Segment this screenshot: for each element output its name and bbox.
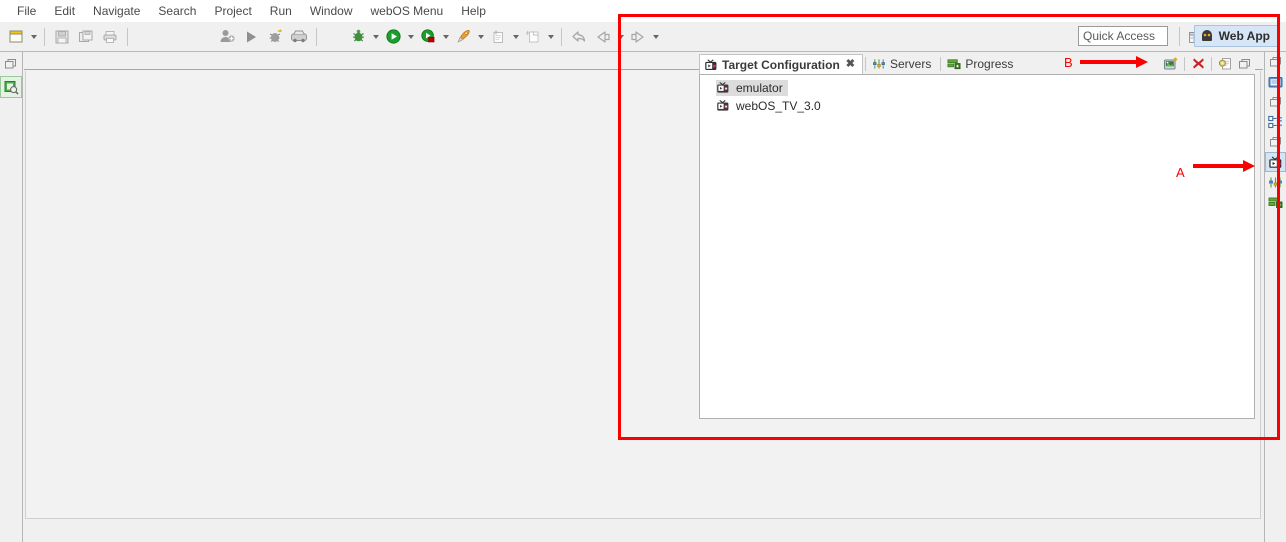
perspective-web-app-button[interactable]: Web App (1193, 25, 1278, 47)
close-icon[interactable]: ✖ (846, 59, 855, 70)
save-icon[interactable] (51, 26, 73, 48)
restore-icon[interactable] (1265, 132, 1286, 152)
previous-edit-icon[interactable] (592, 26, 614, 48)
menu-bar: File Edit Navigate Search Project Run Wi… (0, 0, 1286, 22)
tab-separator (940, 56, 942, 71)
print-icon[interactable] (99, 26, 121, 48)
menu-item-project[interactable]: Project (205, 2, 260, 20)
open-type-icon[interactable] (216, 26, 238, 48)
right-fastview-bar (1264, 52, 1286, 542)
menu-item-webos-menu[interactable]: webOS Menu (362, 2, 453, 20)
run-package-icon[interactable] (417, 26, 439, 48)
project-explorer-icon[interactable] (0, 76, 22, 98)
toolbar-separator (561, 27, 562, 46)
new-folder-dropdown-icon[interactable] (545, 26, 556, 48)
run-dropdown-icon[interactable] (405, 26, 416, 48)
debug-green-bug-icon[interactable] (347, 26, 369, 48)
annotation-label-a: A (1176, 165, 1185, 180)
run-package-dropdown-icon[interactable] (440, 26, 451, 48)
new-file-dropdown-icon[interactable] (510, 26, 521, 48)
tree-item-emulator[interactable]: emulator (716, 80, 788, 96)
new-target-icon[interactable] (1161, 54, 1181, 73)
servers-icon (872, 57, 886, 71)
menu-item-navigate[interactable]: Navigate (84, 2, 149, 20)
tab-servers[interactable]: Servers (868, 54, 938, 74)
forward-arrow-icon[interactable] (627, 26, 649, 48)
previous-edit-dropdown-icon[interactable] (615, 26, 626, 48)
external-tools-dropdown-icon[interactable] (475, 26, 486, 48)
menu-item-run[interactable]: Run (261, 2, 301, 20)
menu-item-file[interactable]: File (8, 2, 45, 20)
target-configuration-icon (704, 58, 718, 72)
new-folder-icon[interactable] (522, 26, 544, 48)
target-configuration-icon[interactable] (1265, 152, 1286, 172)
new-wizard-icon[interactable] (5, 26, 27, 48)
tab-progress[interactable]: Progress (943, 54, 1020, 74)
inspect-icon[interactable] (288, 26, 310, 48)
tab-label: Servers (890, 57, 932, 71)
restore-icon[interactable] (1265, 52, 1286, 72)
restore-icon[interactable] (0, 53, 22, 75)
run-green-icon[interactable] (382, 26, 404, 48)
new-wizard-dropdown-icon[interactable] (28, 26, 39, 48)
tab-separator (865, 56, 866, 71)
debug-bug-icon[interactable] (264, 26, 286, 48)
device-tv-icon (716, 99, 730, 113)
tab-label: Progress (965, 57, 1014, 71)
debug-dropdown-icon[interactable] (370, 26, 381, 48)
delete-target-icon[interactable] (1188, 54, 1208, 73)
target-configuration-view: Target Configuration ✖ Servers Progress … (699, 53, 1255, 419)
view-toolbar (1161, 53, 1255, 74)
target-properties-icon[interactable] (1215, 54, 1235, 73)
menu-item-edit[interactable]: Edit (45, 2, 84, 20)
device-tv-icon (716, 81, 730, 95)
toolbar-separator (1211, 56, 1212, 71)
toolbar-separator (44, 27, 45, 46)
menu-item-search[interactable]: Search (149, 2, 205, 20)
outline-icon[interactable] (1265, 112, 1286, 132)
back-arrow-icon[interactable] (568, 26, 590, 48)
save-all-icon[interactable] (75, 26, 97, 48)
target-list-panel[interactable]: emulator webOS_TV_3.0 (699, 74, 1255, 419)
tab-target-configuration[interactable]: Target Configuration ✖ (699, 54, 863, 74)
progress-icon (947, 57, 961, 71)
tab-label: Target Configuration (722, 57, 840, 72)
menu-item-window[interactable]: Window (301, 2, 362, 20)
tree-item-label: emulator (736, 81, 783, 95)
perspective-label: Web App (1218, 29, 1270, 43)
web-app-icon (1200, 29, 1214, 43)
toolbar-separator (127, 27, 128, 46)
view-menu-minimize-icon[interactable] (1235, 54, 1255, 73)
toolbar-separator (316, 27, 317, 46)
servers-icon[interactable] (1265, 172, 1286, 192)
restore-icon[interactable] (1265, 92, 1286, 112)
tree-item-webos-tv[interactable]: webOS_TV_3.0 (716, 98, 826, 114)
tree-item-label: webOS_TV_3.0 (736, 99, 821, 113)
annotation-label-b: B (1064, 55, 1073, 70)
console-monitor-icon[interactable] (1265, 72, 1286, 92)
toolbar-separator (1184, 56, 1185, 71)
progress-icon[interactable] (1265, 192, 1286, 212)
forward-arrow-dropdown-icon[interactable] (650, 26, 661, 48)
left-fastview-bar (0, 52, 23, 542)
target-tree: emulator webOS_TV_3.0 (700, 75, 1254, 114)
toolbar-separator (1179, 27, 1180, 46)
run-play-icon[interactable] (240, 26, 262, 48)
menu-item-help[interactable]: Help (452, 2, 495, 20)
new-file-icon[interactable] (487, 26, 509, 48)
external-tools-icon[interactable] (452, 26, 474, 48)
quick-access-input[interactable]: Quick Access (1078, 26, 1168, 46)
